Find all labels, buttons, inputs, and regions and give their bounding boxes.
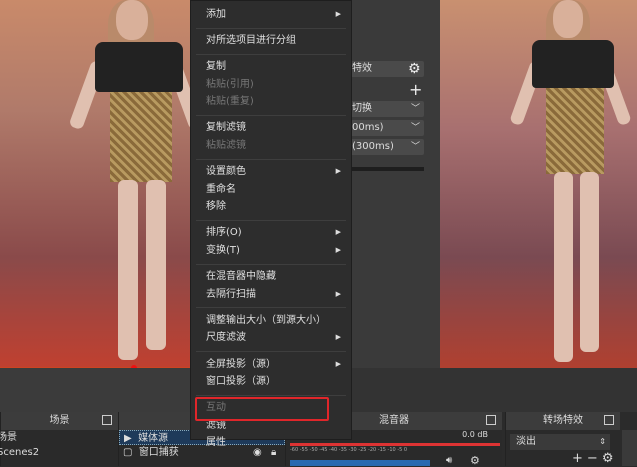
submenu-arrow-icon: ▶ <box>335 228 341 237</box>
menu-separator <box>196 219 346 221</box>
menu-item-label: 复制 <box>206 61 226 73</box>
menu-item-label: 设置颜色 <box>206 166 246 178</box>
dropdown-1[interactable]: 切换 ﹀ <box>350 101 424 117</box>
submenu-arrow-icon: ▶ <box>335 167 341 176</box>
menu-separator <box>196 53 346 55</box>
undock-icon[interactable] <box>486 415 496 425</box>
menu-item[interactable]: 尺度滤波 ▶ <box>191 329 351 347</box>
menu-item-label: 变换(T) <box>206 245 240 257</box>
source-label: 媒体源 <box>138 433 169 444</box>
menu-item-label: 粘贴(重复) <box>206 96 254 108</box>
chevron-down-icon: ﹀ <box>410 123 420 133</box>
slider-track[interactable] <box>350 167 424 171</box>
menu-separator <box>196 114 346 116</box>
menu-item-label: 滤镜 <box>206 419 226 431</box>
submenu-arrow-icon: ▶ <box>335 289 341 298</box>
undock-icon[interactable] <box>102 415 112 425</box>
preview-person <box>68 0 204 368</box>
menu-item[interactable]: 调整输出大小（到源大小） <box>191 312 351 330</box>
menu-item-label: 重命名 <box>206 183 236 195</box>
volume-slider[interactable] <box>290 460 430 466</box>
chevron-down-icon: ﹀ <box>410 104 420 114</box>
updown-icon: ⇕ <box>599 437 606 446</box>
remove-icon[interactable]: − <box>587 451 602 466</box>
program-preview <box>440 0 637 368</box>
properties-panel <box>350 0 440 368</box>
menu-item-label: 排序(O) <box>206 227 242 239</box>
source-label: 窗口捕获 <box>138 447 179 458</box>
field-text: 00ms) <box>352 122 384 133</box>
menu-item[interactable]: 窗口投影（源） <box>191 373 351 391</box>
select-value: 淡出 <box>516 436 536 447</box>
plus-icon[interactable]: + <box>409 80 422 99</box>
menu-item-label: 在混音器中隐藏 <box>206 271 276 283</box>
controls-dock-edge <box>622 430 637 466</box>
gear-icon[interactable]: ⚙ <box>470 454 480 467</box>
chevron-down-icon: ﹀ <box>410 142 420 152</box>
menu-item-label: 属性 <box>206 437 226 449</box>
menu-item-label: 移除 <box>206 201 226 213</box>
field-text: (300ms) <box>352 141 394 152</box>
dropdown-2[interactable]: 00ms) ﹀ <box>350 120 424 136</box>
submenu-arrow-icon: ▶ <box>335 359 341 368</box>
menu-item[interactable]: 复制 <box>191 58 351 76</box>
submenu-arrow-icon: ▶ <box>335 246 341 255</box>
field-text: 特效 <box>352 63 372 74</box>
menu-item[interactable]: 属性 <box>191 434 351 452</box>
highlight-box <box>195 397 329 421</box>
field-text: 切换 <box>352 103 372 114</box>
menu-item: 粘贴滤镜 <box>191 137 351 155</box>
menu-item[interactable]: 重命名 <box>191 181 351 199</box>
menu-separator <box>196 263 346 265</box>
menu-separator <box>196 307 346 309</box>
menu-separator <box>196 351 346 352</box>
menu-item: 粘贴(引用) <box>191 76 351 94</box>
menu-item[interactable]: 移除 <box>191 198 351 216</box>
menu-item-label: 对所选项目进行分组 <box>206 35 296 47</box>
menu-separator <box>196 158 346 160</box>
menu-item[interactable]: 在混音器中隐藏 <box>191 268 351 286</box>
menu-item[interactable]: 设置颜色 ▶ <box>191 163 351 181</box>
menu-item[interactable]: 复制滤镜 <box>191 119 351 137</box>
submenu-arrow-icon: ▶ <box>335 10 341 18</box>
menu-item[interactable]: 变换(T) ▶ <box>191 242 351 260</box>
menu-item-label: 窗口投影（源） <box>206 376 276 388</box>
program-person <box>509 0 632 368</box>
menu-item: 粘贴(重复) <box>191 93 351 111</box>
menu-item-label: 添加 <box>206 9 226 20</box>
window-icon: ▢ <box>123 447 133 458</box>
menu-item-label: 尺度滤波 <box>206 332 246 344</box>
play-icon: ▶ <box>124 433 132 444</box>
menu-item-label: 调整输出大小（到源大小） <box>206 314 326 326</box>
menu-item[interactable]: 全屏投影（源） ▶ <box>191 356 351 374</box>
menu-item[interactable]: 去隔行扫描 ▶ <box>191 286 351 304</box>
context-menu: 添加 ▶ 对所选项目进行分组 复制粘贴(引用) 粘贴(重复) 复制滤镜粘贴滤镜设置颜色 ▶ 重… <box>190 0 352 448</box>
menu-item-label: 复制滤镜 <box>206 122 246 134</box>
transitions-dock: 转场特效 淡出 ⇕ +−⚙ <box>505 412 620 466</box>
menu-item-label: 去隔行扫描 <box>206 288 256 300</box>
menu-item[interactable]: 对所选项目进行分组 <box>191 32 351 50</box>
speaker-icon[interactable]: 🔊︎ <box>446 455 452 466</box>
menu-item-label: 粘贴滤镜 <box>206 140 246 152</box>
add-icon[interactable]: + <box>572 451 587 466</box>
menu-separator <box>196 394 346 396</box>
dock-title: 转场特效 <box>543 415 583 426</box>
dropdown-3[interactable]: (300ms) ﹀ <box>350 139 424 155</box>
scene-item[interactable]: 场景 <box>0 430 118 445</box>
gear-icon[interactable]: ⚙ <box>408 61 421 77</box>
scenes-dock: 场景 场景 Scenes2 <box>0 412 118 466</box>
submenu-arrow-icon: ▶ <box>335 333 341 342</box>
menu-separator <box>196 27 346 29</box>
gear-icon[interactable]: ⚙ <box>602 451 618 466</box>
menu-item-label: 粘贴(引用) <box>206 78 254 90</box>
dock-title: 场景 <box>49 415 70 426</box>
transition-select[interactable]: 淡出 ⇕ <box>510 434 610 450</box>
menu-item[interactable]: 添加 ▶ <box>191 6 351 24</box>
undock-icon[interactable] <box>604 415 614 425</box>
scene-item[interactable]: Scenes2 <box>0 445 118 460</box>
menu-item-label: 全屏投影（源） <box>206 358 276 370</box>
menu-item[interactable]: 排序(O) ▶ <box>191 224 351 242</box>
dock-title: 混音器 <box>379 415 409 426</box>
